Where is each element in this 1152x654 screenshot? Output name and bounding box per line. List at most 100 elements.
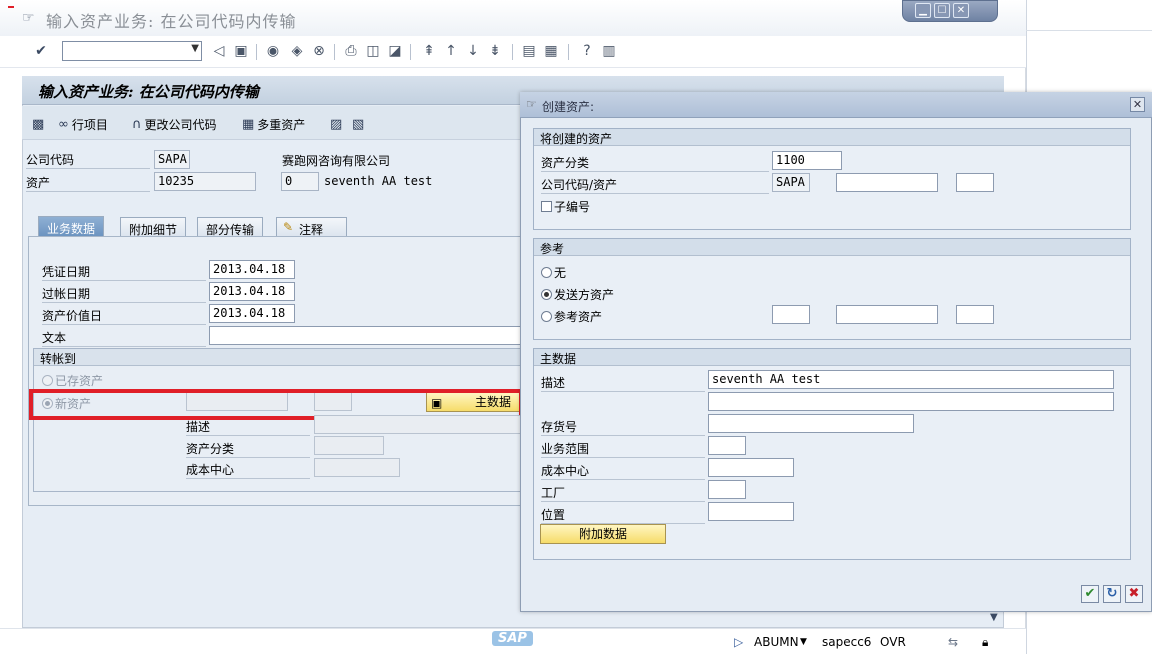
multiple-assets-label: 多重资产 — [257, 117, 306, 132]
first-page-icon[interactable]: ⇞ — [420, 42, 438, 60]
back-icon[interactable]: ◉ — [264, 42, 282, 60]
confirm-icon[interactable]: ✔ — [1081, 585, 1099, 603]
standard-toolbar: ✔ ▼ ◁ ▣ ◉ ◈ ⊗ ⎙ ◫ ◪ ⇞ ↑ ↓ ⇟ ▤ ▦ ? ▥ — [0, 36, 1026, 68]
company-name: 赛跑网咨询有限公司 — [282, 154, 391, 168]
cost-center-label: 成本中心 — [186, 461, 310, 479]
save-icon[interactable]: ▣ — [232, 42, 250, 60]
company-code-label: 公司代码 — [26, 151, 150, 169]
window-controls: ▁ ☐ ✕ — [902, 0, 998, 22]
text-field[interactable] — [209, 326, 523, 345]
page-title: 输入资产业务: 在公司代码内传输 — [38, 83, 259, 101]
window-menu-icon[interactable]: ☞ — [22, 10, 35, 26]
radio-icon — [541, 267, 552, 278]
value-date-field[interactable]: 2013.04.18 — [209, 304, 295, 323]
ref-company-code-field[interactable] — [772, 305, 810, 324]
cost-center-field — [314, 458, 400, 477]
chevron-down-icon[interactable]: ▼ — [191, 43, 199, 54]
dialog-sub-number-field[interactable] — [956, 173, 994, 192]
layout-icon[interactable]: ▥ — [600, 42, 618, 60]
headset-icon: ∩ — [132, 116, 142, 132]
dialog-title: 创建资产: — [542, 100, 595, 114]
right-pane-divider — [1026, 30, 1152, 31]
toolbar-separator — [334, 44, 335, 60]
next-page-icon[interactable]: ↓ — [464, 42, 482, 60]
ref-sending-radio[interactable]: 发送方资产 — [541, 286, 614, 303]
line-items-button[interactable]: ∞ 行项目 — [58, 116, 108, 132]
transaction-code: ABUMN — [754, 635, 799, 649]
radio-icon — [42, 375, 53, 386]
shortcut-icon[interactable]: ▦ — [542, 42, 560, 60]
additional-data-button[interactable]: 附加数据 — [540, 524, 666, 544]
tab-notes-label: 注释 — [299, 223, 324, 237]
change-company-code-button[interactable]: ∩ 更改公司代码 — [132, 116, 217, 132]
previous-page-icon[interactable]: ↑ — [442, 42, 460, 60]
dialog-title-bar: ☞ 创建资产: — [520, 92, 1152, 118]
checkbox-icon — [541, 201, 552, 212]
find-next-icon[interactable]: ◪ — [386, 42, 404, 60]
dialog-description-line2-field[interactable] — [708, 392, 1114, 411]
business-area-field[interactable] — [708, 436, 746, 455]
scroll-down-icon[interactable]: ▼ — [990, 612, 998, 623]
new-session-icon[interactable]: ▤ — [520, 42, 538, 60]
insert-mode: OVR — [880, 635, 906, 649]
table-icon: ▦ — [242, 116, 255, 132]
cancel-icon[interactable]: ✖ — [1125, 585, 1143, 603]
connection-icon[interactable]: ⇆ — [948, 635, 958, 649]
ref-sub-number-field[interactable] — [956, 305, 994, 324]
back-arrow-icon[interactable]: ◁ — [210, 42, 228, 60]
lock-icon[interactable]: 🔒︎ — [982, 635, 988, 650]
print-icon[interactable]: ⎙ — [342, 42, 360, 60]
cancel-icon[interactable]: ⊗ — [310, 42, 328, 60]
dialog-menu-icon[interactable]: ☞ — [526, 97, 537, 111]
sap-logo: SAP — [492, 631, 533, 646]
asset-class-label: 资产分类 — [186, 440, 310, 458]
line-items-label: 行项目 — [71, 117, 108, 132]
last-page-icon[interactable]: ⇟ — [486, 42, 504, 60]
play-icon[interactable]: ▷ — [734, 635, 743, 649]
dialog-company-code-field: SAPA — [772, 173, 810, 192]
dialog-asset-number-field[interactable] — [836, 173, 938, 192]
plant-field[interactable] — [708, 480, 746, 499]
exit-icon[interactable]: ◈ — [288, 42, 306, 60]
minimize-button[interactable]: ▁ — [915, 3, 931, 18]
dialog-description-label: 描述 — [541, 374, 705, 392]
sub-number-checkbox[interactable]: 子编号 — [541, 198, 590, 215]
close-button[interactable]: ✕ — [953, 3, 969, 18]
post-button[interactable]: ▧ — [352, 116, 364, 132]
overview-button[interactable]: ▩ — [32, 116, 44, 132]
tab-additional-details[interactable]: 附加细节 — [120, 217, 187, 237]
radio-icon — [541, 311, 552, 322]
posting-date-field[interactable]: 2013.04.18 — [209, 282, 295, 301]
maximize-button[interactable]: ☐ — [934, 3, 950, 18]
dialog-close-button[interactable]: ✕ — [1130, 97, 1145, 112]
location-label: 位置 — [541, 506, 705, 524]
tab-notes[interactable]: ✎ 注释 — [276, 217, 347, 237]
document-date-field[interactable]: 2013.04.18 — [209, 260, 295, 279]
dialog-asset-class-field[interactable]: 1100 — [772, 151, 842, 170]
toolbar-separator — [568, 44, 569, 60]
ref-asset-radio[interactable]: 参考资产 — [541, 308, 602, 325]
company-code-field: SAPA — [154, 150, 190, 169]
inventory-field[interactable] — [708, 414, 914, 433]
simulate-button[interactable]: ▨ — [330, 116, 342, 132]
dialog-cost-center-field[interactable] — [708, 458, 794, 477]
ref-asset-field[interactable] — [836, 305, 938, 324]
dialog-description-field[interactable]: seventh AA test — [708, 370, 1114, 389]
ref-asset-label: 参考资产 — [554, 310, 603, 324]
multiple-assets-button[interactable]: ▦ 多重资产 — [242, 116, 305, 132]
enter-icon[interactable]: ✔ — [32, 42, 50, 60]
location-field[interactable] — [708, 502, 794, 521]
refresh-icon[interactable]: ↻ — [1103, 585, 1121, 603]
chevron-down-icon[interactable]: ▼ — [800, 637, 807, 647]
description-field — [314, 415, 523, 434]
toolbar-separator — [256, 44, 257, 60]
ref-none-radio[interactable]: 无 — [541, 264, 566, 281]
find-icon[interactable]: ◫ — [364, 42, 382, 60]
red-mark — [8, 6, 14, 8]
tab-business-data[interactable]: 业务数据 — [38, 216, 105, 237]
help-icon[interactable]: ? — [578, 42, 596, 60]
command-field[interactable]: ▼ — [62, 41, 202, 61]
tab-partial-transfer[interactable]: 部分传输 — [197, 217, 264, 237]
toolbar-separator — [512, 44, 513, 60]
glasses-icon: ∞ — [58, 116, 69, 132]
